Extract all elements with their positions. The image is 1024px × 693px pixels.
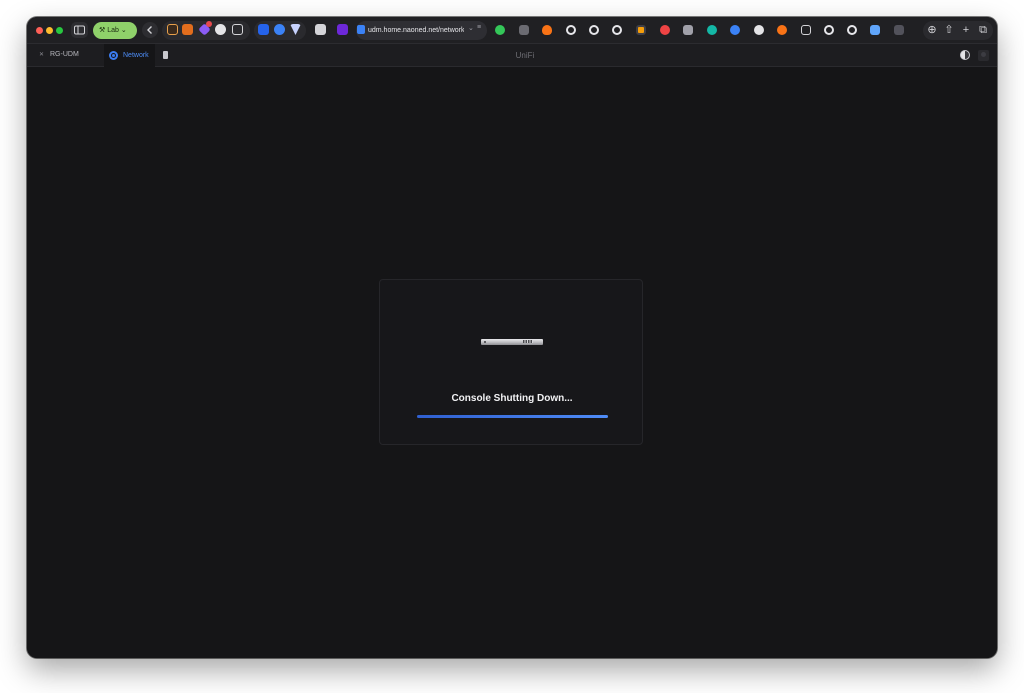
favicon-tab-9[interactable] [683,25,693,35]
progress-fill [417,415,608,418]
tab-rg-udm[interactable]: ✕ RG-UDM [35,44,103,66]
theme-toggle-icon[interactable] [960,50,970,60]
github-icon[interactable] [566,25,576,35]
favicon-tab-18[interactable] [894,25,904,35]
browser-toolbar: ⚒ Lab ⌄ udm.home.naoned.net/network/ ⌄ ≡ [27,17,997,44]
unifi-network-icon [109,51,118,60]
favicon-tab-8[interactable] [660,25,670,35]
favicon-tab-10[interactable] [707,25,717,35]
browser-window: ⚒ Lab ⌄ udm.home.naoned.net/network/ ⌄ ≡ [27,17,997,658]
tab-close-icon[interactable]: ✕ [39,44,44,66]
favicon-tab-14[interactable] [801,25,811,35]
shield-icon[interactable] [182,24,193,35]
bookmark-icon[interactable] [258,24,269,35]
grid-icon[interactable] [315,24,326,35]
tab-bar: ✕ RG-UDM Network UniFi [27,44,997,67]
reader-mode-icon[interactable]: ≡ [477,24,481,31]
favicon-tab-7[interactable] [636,25,646,35]
cloud-icon[interactable] [274,24,285,35]
main-content: Console Shutting Down... [27,67,997,658]
device-icon[interactable] [163,51,168,59]
thumbs-down-icon[interactable] [232,24,243,35]
url-chevron-icon[interactable]: ⌄ [468,24,474,32]
console-device-image [481,337,543,346]
app-title: UniFi [515,51,535,60]
notification-badge [206,21,212,27]
site-shield-icon [357,25,365,34]
favicon-tab-12[interactable] [754,25,764,35]
new-tab-icon[interactable]: + [960,24,972,36]
github-icon[interactable] [847,25,857,35]
shutdown-card: Console Shutting Down... [379,279,643,445]
back-button[interactable] [142,22,158,38]
tabs-overview-icon[interactable]: ⧉ [977,24,989,36]
progress-bar [417,415,608,418]
github-icon[interactable] [824,25,834,35]
tab-label: Network [123,52,149,59]
share-icon[interactable]: ⇧ [943,24,955,36]
close-window-button[interactable] [36,27,43,34]
hammer-icon: ⚒ [99,27,108,34]
favicon-tab-1[interactable] [495,25,505,35]
maximize-window-button[interactable] [56,27,63,34]
favicon-tab-11[interactable] [730,25,740,35]
favicon-tab-2[interactable] [519,25,529,35]
favicon-tab-13[interactable] [777,25,787,35]
download-icon[interactable]: ⊕ [926,24,938,36]
arc-icon[interactable] [337,24,348,35]
profile-label: Lab [107,27,119,34]
chevron-down-icon: ⌄ [118,27,127,34]
tab-network[interactable]: Network [104,44,155,67]
url-text[interactable]: udm.home.naoned.net/network/ [368,25,464,36]
sidebar-toggle-icon[interactable] [71,22,88,38]
github-icon[interactable] [589,25,599,35]
status-text: Console Shutting Down... [451,393,573,404]
tab-label: RG-UDM [50,51,79,58]
bookmarks-icon[interactable] [167,24,178,35]
minimize-window-button[interactable] [46,27,53,34]
favicon-tab-17[interactable] [870,25,880,35]
favicon-tab-3[interactable] [542,25,552,35]
profile-switcher[interactable]: ⚒ Lab ⌄ [93,22,137,39]
avatar[interactable] [978,50,989,61]
paw-icon[interactable] [215,24,226,35]
github-icon[interactable] [612,25,622,35]
